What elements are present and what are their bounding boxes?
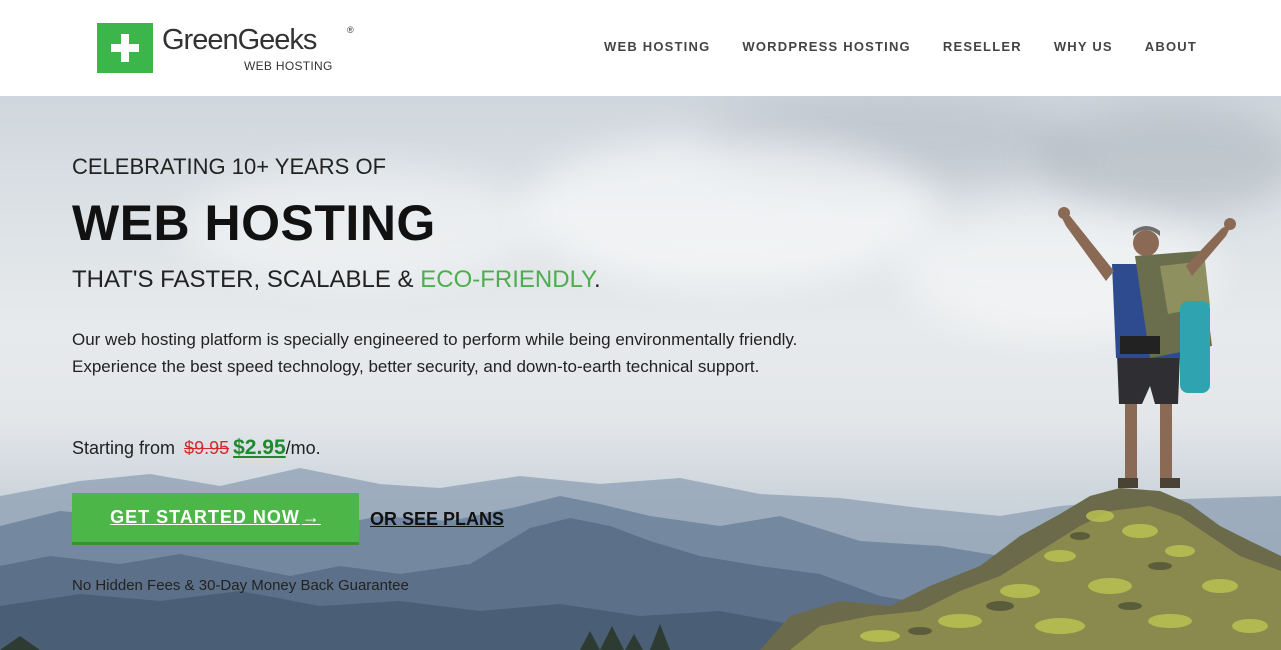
- brand-name: GreenGeeks: [162, 24, 317, 56]
- hero-section: CELEBRATING 10+ YEARS OF WEB HOSTING THA…: [0, 96, 1281, 650]
- plus-icon: [97, 23, 153, 73]
- get-started-button[interactable]: GET STARTED NOW →: [72, 493, 359, 545]
- new-price[interactable]: $2.95: [233, 436, 286, 459]
- price-prefix: Starting from: [72, 438, 176, 458]
- main-nav: WEB HOSTING WORDPRESS HOSTING RESELLER W…: [572, 39, 1197, 54]
- arrow-right-icon: →: [301, 507, 321, 527]
- nav-item-reseller[interactable]: RESELLER: [943, 39, 1022, 54]
- brand-tagline: WEB HOSTING: [244, 59, 333, 73]
- hero-headline: WEB HOSTING: [72, 195, 436, 251]
- nav-item-wordpress-hosting[interactable]: WORDPRESS HOSTING: [742, 39, 910, 54]
- nav-item-web-hosting[interactable]: WEB HOSTING: [604, 39, 710, 54]
- old-price: $9.95: [184, 438, 230, 458]
- hero-description: Our web hosting platform is specially en…: [72, 330, 798, 376]
- hero-kicker: CELEBRATING 10+ YEARS OF: [72, 154, 387, 179]
- subline-suffix: .: [594, 266, 601, 293]
- subline-prefix: THAT'S FASTER, SCALABLE &: [72, 266, 421, 293]
- eco-friendly-highlight: ECO-FRIENDLY: [420, 266, 595, 293]
- guarantee-note: No Hidden Fees & 30-Day Money Back Guara…: [72, 577, 409, 594]
- see-plans-link[interactable]: OR SEE PLANS: [370, 509, 504, 530]
- nav-item-about[interactable]: ABOUT: [1145, 39, 1197, 54]
- site-header: GreenGeeks ® WEB HOSTING WEB HOSTING WOR…: [0, 0, 1281, 96]
- hiker-figure: [1058, 207, 1236, 488]
- brand-logo[interactable]: GreenGeeks ® WEB HOSTING: [97, 23, 354, 73]
- price-suffix: /mo.: [285, 438, 321, 458]
- brand-wordmark: GreenGeeks ® WEB HOSTING: [162, 23, 354, 73]
- pricing-line: Starting from $9.95 $2.95/mo.: [72, 436, 321, 460]
- hero-subline: THAT'S FASTER, SCALABLE & ECO-FRIENDLY.: [72, 266, 601, 294]
- nav-item-why-us[interactable]: WHY US: [1054, 39, 1113, 54]
- registered-mark: ®: [347, 25, 354, 35]
- get-started-label: GET STARTED NOW: [110, 507, 300, 527]
